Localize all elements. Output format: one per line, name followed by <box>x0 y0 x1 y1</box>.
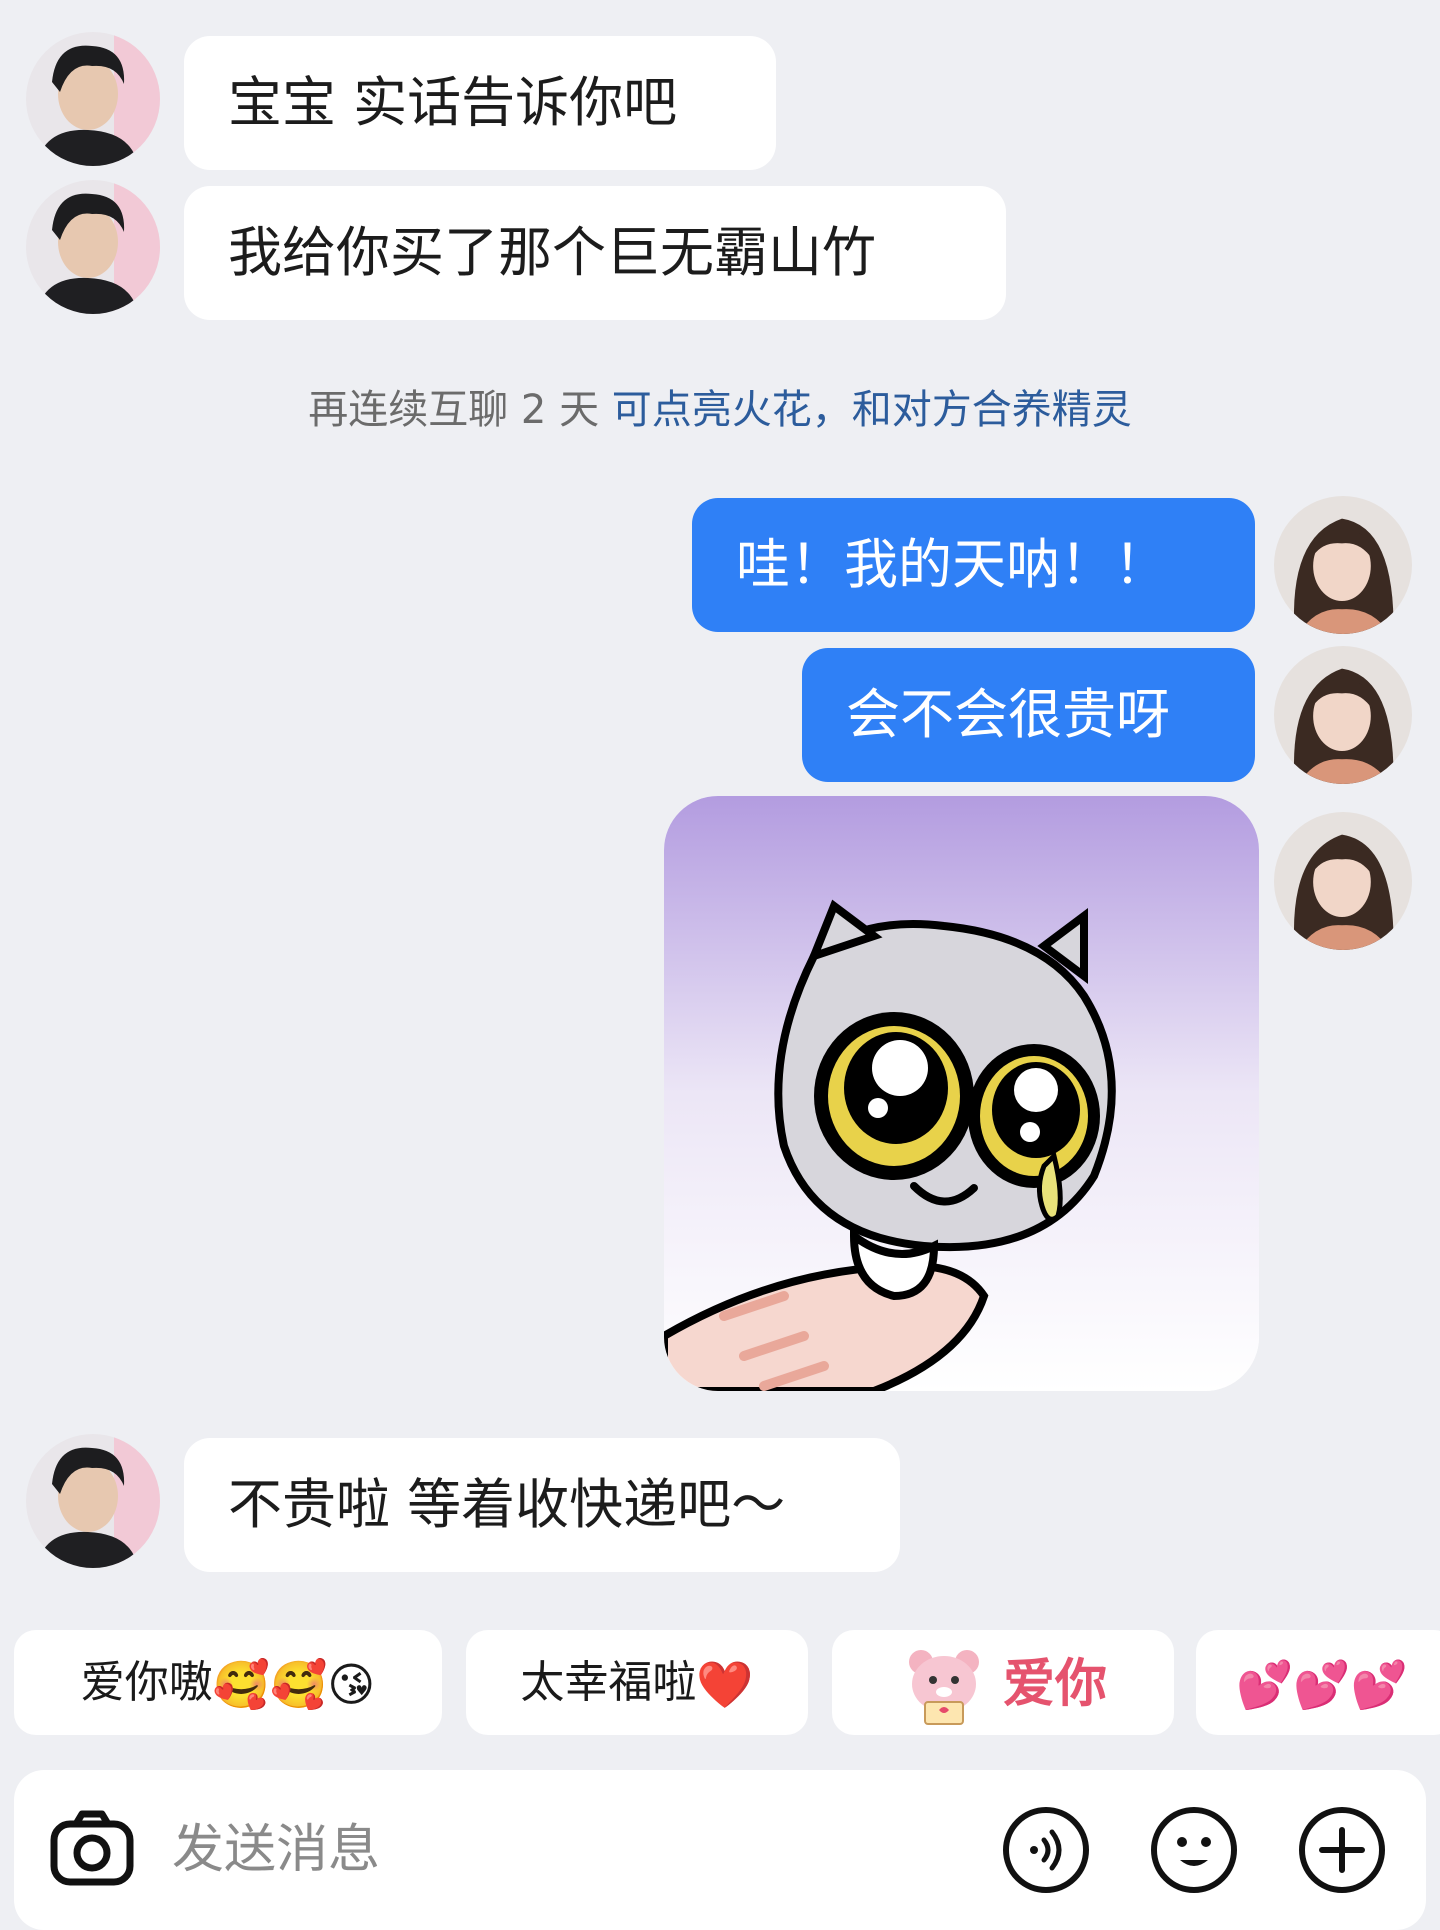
self-avatar-image <box>1274 646 1412 784</box>
contact-avatar-image <box>26 1434 160 1568</box>
plus-icon[interactable] <box>1296 1804 1388 1896</box>
quick-reply-chip[interactable]: 💕💕💕 <box>1196 1630 1440 1735</box>
message-bubble-outgoing[interactable]: 哇！我的天呐！！ <box>692 498 1255 632</box>
streak-notice: 再连续互聊 2 天 可点亮火花，和对方合养精灵 <box>0 378 1440 442</box>
contact-avatar[interactable] <box>26 180 160 314</box>
bear-sticker-icon <box>899 1640 989 1730</box>
message-bubble-incoming[interactable]: 不贵啦 等着收快递吧～ <box>184 1438 900 1572</box>
quick-reply-emoji: 💕💕💕 <box>1236 1657 1408 1712</box>
quick-reply-emoji: 🥰🥰😘 <box>212 1657 376 1712</box>
self-avatar[interactable] <box>1274 646 1412 784</box>
camera-icon[interactable] <box>46 1804 138 1896</box>
self-avatar-image <box>1274 496 1412 634</box>
contact-avatar-image <box>26 180 160 314</box>
quick-reply-text: 太幸福啦 <box>520 1657 697 1708</box>
self-avatar-image <box>1274 812 1412 950</box>
streak-notice-link[interactable]: 可点亮火花，和对方合养精灵 <box>612 387 1132 433</box>
quick-reply-text: 爱你嗷 <box>80 1657 213 1708</box>
streak-notice-text: 再连续互聊 2 天 <box>308 387 612 433</box>
sticker-message[interactable] <box>664 796 1259 1391</box>
quick-reply-sticker-text: 爱你 <box>1002 1654 1107 1715</box>
contact-avatar[interactable] <box>26 1434 160 1568</box>
contact-avatar-image <box>26 32 160 166</box>
quick-reply-sticker-chip[interactable]: 爱你 <box>832 1630 1174 1735</box>
contact-avatar[interactable] <box>26 32 160 166</box>
self-avatar[interactable] <box>1274 496 1412 634</box>
message-bubble-outgoing[interactable]: 会不会很贵呀 <box>802 648 1255 782</box>
crying-cat-sticker-image <box>664 796 1259 1391</box>
message-bubble-incoming[interactable]: 宝宝 实话告诉你吧 <box>184 36 776 170</box>
quick-reply-emoji: ❤️ <box>696 1657 754 1712</box>
quick-reply-chip[interactable]: 爱你嗷🥰🥰😘 <box>14 1630 442 1735</box>
message-bubble-incoming[interactable]: 我给你买了那个巨无霸山竹 <box>184 186 1006 320</box>
message-input[interactable]: 发送消息 <box>172 1814 380 1886</box>
quick-reply-chip[interactable]: 太幸福啦❤️ <box>466 1630 808 1735</box>
self-avatar[interactable] <box>1274 812 1412 950</box>
message-input-bar: 发送消息 <box>14 1770 1426 1930</box>
emoji-face-icon[interactable] <box>1148 1804 1240 1896</box>
voice-icon[interactable] <box>1000 1804 1092 1896</box>
